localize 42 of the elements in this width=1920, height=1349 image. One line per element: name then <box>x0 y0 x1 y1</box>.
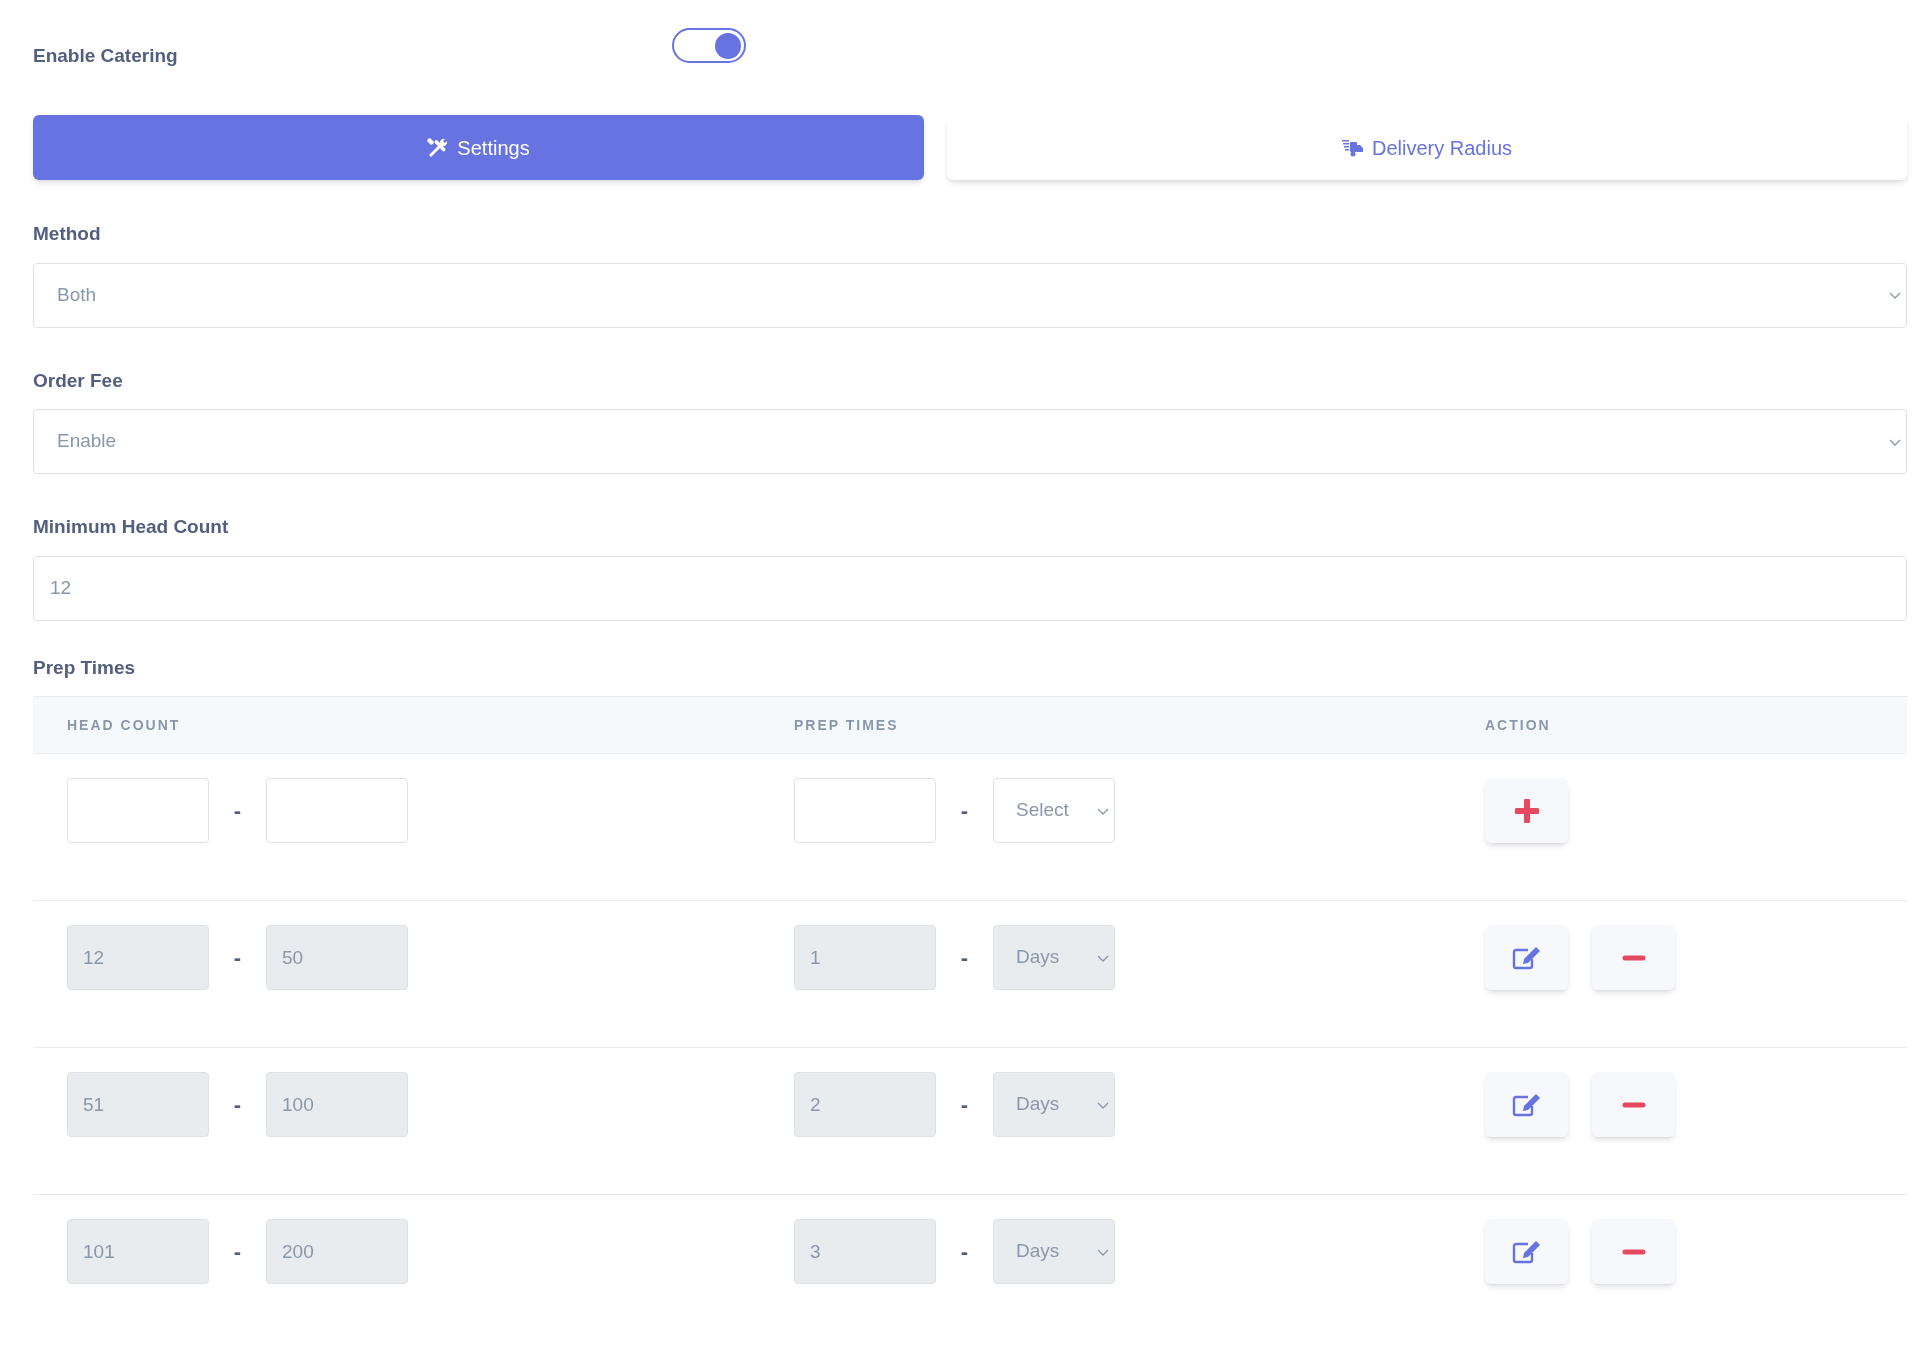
tab[interactable]: Settings <box>33 115 924 180</box>
minus-icon <box>1621 1248 1646 1255</box>
section-label: Prep Times <box>33 655 137 680</box>
column-header: HEAD COUNT <box>67 715 182 735</box>
edit-icon <box>1511 945 1542 970</box>
select-field[interactable]: Enable <box>33 409 1907 474</box>
truck-icon <box>1341 137 1364 158</box>
remove-button[interactable] <box>1592 1219 1675 1284</box>
select-field[interactable]: Both <box>33 262 1907 328</box>
field-label: Minimum Head Count <box>33 515 230 539</box>
minus-icon <box>1621 1101 1646 1108</box>
field-label: Order Fee <box>33 368 124 393</box>
minus-icon <box>1621 954 1646 961</box>
range-separator: - <box>232 1238 243 1266</box>
range-separator: - <box>959 1091 970 1119</box>
range-separator: - <box>959 1238 970 1266</box>
edit-button[interactable] <box>1485 1219 1568 1284</box>
input-field[interactable] <box>266 778 408 843</box>
range-separator: - <box>959 797 970 825</box>
edit-icon <box>1511 1092 1542 1117</box>
add-button[interactable] <box>1485 778 1568 843</box>
edit-button[interactable] <box>1485 1072 1568 1137</box>
range-separator: - <box>232 1091 243 1119</box>
tab[interactable]: Delivery Radius <box>947 115 1907 180</box>
toggle-label: Enable Catering <box>33 44 179 69</box>
range-separator: - <box>232 797 243 825</box>
edit-button[interactable] <box>1485 925 1568 990</box>
column-header: PREP TIMES <box>794 715 900 735</box>
plus-icon <box>1514 798 1539 823</box>
input-field[interactable] <box>67 778 209 843</box>
catering-toggle[interactable] <box>672 28 746 63</box>
input-field[interactable] <box>794 778 936 843</box>
field-label: Method <box>33 222 102 246</box>
remove-button[interactable] <box>1592 925 1675 990</box>
unit-select[interactable]: Select <box>993 778 1115 843</box>
range-separator: - <box>959 944 970 972</box>
tools-icon <box>427 136 450 159</box>
input-field[interactable]: 12 <box>33 555 1907 621</box>
range-separator: - <box>232 944 243 972</box>
edit-icon <box>1511 1239 1542 1264</box>
column-header: ACTION <box>1485 715 1552 735</box>
remove-button[interactable] <box>1592 1072 1675 1137</box>
